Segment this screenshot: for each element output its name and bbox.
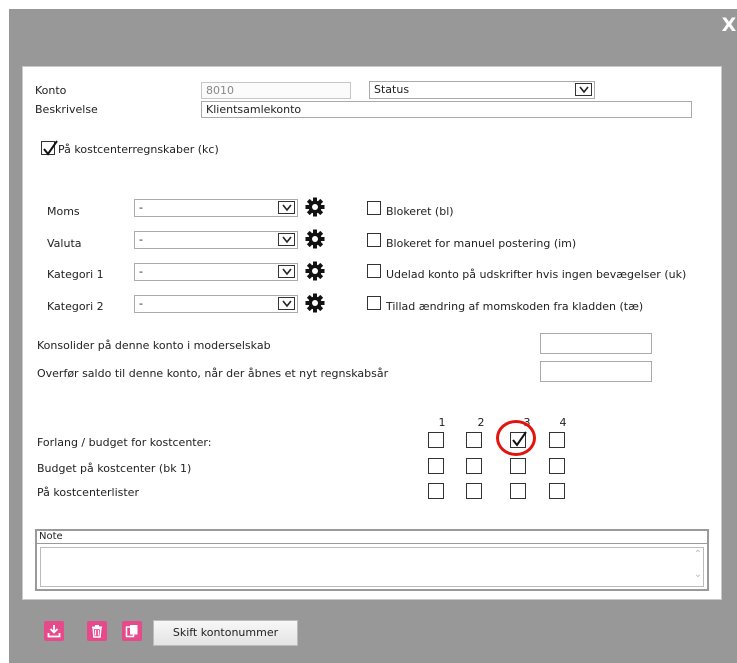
valuta-select-value: - [139, 233, 143, 246]
gear-icon[interactable] [305, 261, 325, 281]
blokeret-label: Blokeret (bl) [386, 205, 454, 218]
status-select-value: Status [374, 83, 410, 96]
overfoer-field[interactable] [540, 361, 652, 382]
chevron-down-icon[interactable] [278, 265, 295, 278]
udelad-konto-label: Udelad konto på udskrifter hvis ingen be… [386, 268, 687, 281]
note-textarea[interactable] [40, 547, 704, 587]
blokeret-manuel-label: Blokeret for manuel postering (im) [386, 237, 577, 250]
beskrivelse-label: Beskrivelse [35, 103, 98, 116]
moms-select-value: - [139, 201, 143, 214]
blokeret-checkbox[interactable] [367, 201, 381, 215]
kostcenterlister-label: På kostcenterlister [37, 486, 139, 499]
overfoer-label: Overfør saldo til denne konto, når der å… [37, 367, 389, 380]
kostcenterlister-checkbox-1[interactable] [428, 483, 444, 499]
status-select[interactable]: Status [369, 81, 595, 99]
kategori1-select[interactable]: - [134, 263, 298, 281]
forlang-budget-checkbox-1[interactable] [428, 432, 444, 448]
forlang-budget-checkbox-4[interactable] [549, 432, 565, 448]
gear-icon[interactable] [305, 197, 325, 217]
konsolider-field[interactable] [540, 333, 652, 354]
budget-kostcenter-checkbox-2[interactable] [466, 458, 482, 474]
tillad-aendring-label: Tillad ændring af momskoden fra kladden … [386, 300, 644, 313]
valuta-select[interactable]: - [134, 231, 298, 249]
kategori1-label: Kategori 1 [47, 268, 104, 281]
note-section: Note ⌃ ⌄ [35, 529, 709, 591]
kategori2-label: Kategori 2 [47, 300, 104, 313]
konsolider-label: Konsolider på denne konto i moderselskab [37, 339, 271, 352]
trash-icon [92, 625, 102, 638]
kategori2-select-value: - [139, 297, 143, 310]
kostcenterlister-checkbox-2[interactable] [466, 483, 482, 499]
budget-kostcenter-label: Budget på kostcenter (bk 1) [37, 462, 192, 475]
download-icon [47, 625, 61, 638]
note-title: Note [37, 531, 707, 544]
kc-checkbox[interactable] [41, 140, 58, 156]
kostcenterlister-checkbox-3[interactable] [510, 483, 526, 499]
download-button[interactable] [44, 621, 64, 641]
kc-label: På kostcenterregnskaber (kc) [58, 143, 219, 156]
moms-select[interactable]: - [134, 199, 298, 217]
account-form-panel: Konto 8010 Status Beskrivelse Klientsaml… [22, 66, 722, 600]
column-header-4: 4 [559, 416, 567, 429]
budget-kostcenter-checkbox-1[interactable] [428, 458, 444, 474]
valuta-label: Valuta [47, 237, 82, 250]
tillad-aendring-checkbox[interactable] [367, 296, 381, 310]
budget-kostcenter-checkbox-3[interactable] [510, 458, 526, 474]
scroll-down-icon[interactable]: ⌄ [692, 569, 704, 581]
forlang-budget-label: Forlang / budget for kostcenter: [37, 436, 212, 449]
moms-label: Moms [47, 205, 80, 218]
konto-field: 8010 [201, 82, 351, 99]
chevron-down-icon[interactable] [278, 201, 295, 214]
change-account-number-button[interactable]: Skift kontonummer [153, 620, 298, 646]
close-icon[interactable]: X [721, 16, 737, 35]
kostcenterlister-checkbox-4[interactable] [549, 483, 565, 499]
copy-button[interactable] [122, 621, 142, 641]
blokeret-manuel-checkbox[interactable] [367, 233, 381, 247]
chevron-down-icon[interactable] [575, 83, 592, 96]
highlight-circle [496, 420, 536, 456]
kategori2-select[interactable]: - [134, 295, 298, 313]
gear-icon[interactable] [305, 293, 325, 313]
scroll-up-icon[interactable]: ⌃ [692, 549, 704, 561]
kategori1-select-value: - [139, 265, 143, 278]
udelad-konto-checkbox[interactable] [367, 264, 381, 278]
beskrivelse-field[interactable]: Klientsamlekonto [201, 101, 692, 118]
forlang-budget-checkbox-2[interactable] [466, 432, 482, 448]
chevron-down-icon[interactable] [278, 297, 295, 310]
konto-label: Konto [35, 84, 67, 97]
chevron-down-icon[interactable] [278, 233, 295, 246]
delete-button[interactable] [87, 621, 107, 641]
budget-kostcenter-checkbox-4[interactable] [549, 458, 565, 474]
column-header-1: 1 [438, 416, 446, 429]
gear-icon[interactable] [305, 229, 325, 249]
copy-icon [125, 625, 138, 638]
column-header-2: 2 [477, 416, 485, 429]
